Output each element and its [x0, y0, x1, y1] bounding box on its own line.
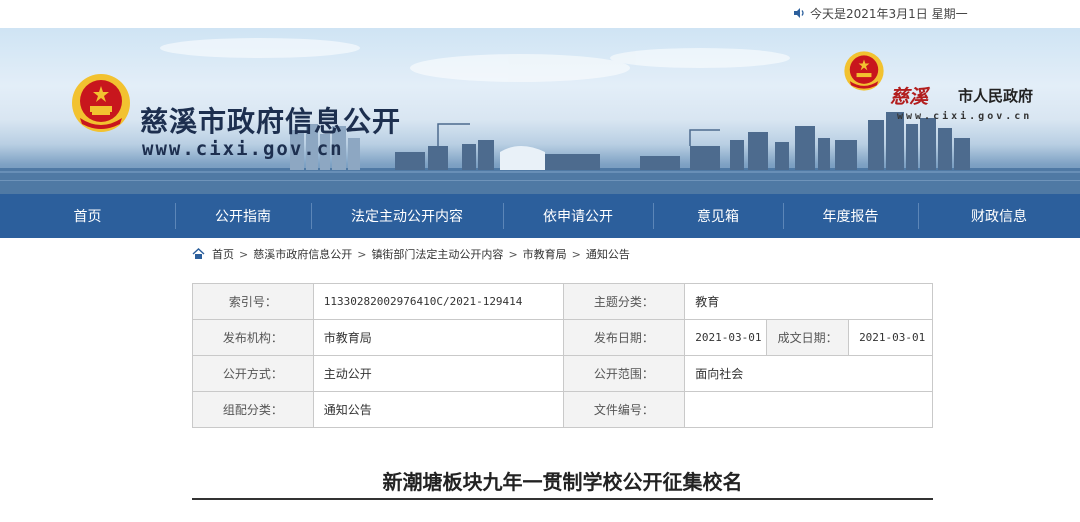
table-row: 发布机构： 市教育局 发布日期： 2021-03-01 成文日期： 2021-0… [192, 319, 933, 356]
created-value: 2021-03-01 [848, 319, 933, 356]
scope-value: 面向社会 [684, 355, 933, 392]
org-value: 市教育局 [312, 319, 564, 356]
date-text: 今天是2021年3月1日 星期一 [810, 6, 968, 21]
breadcrumb-home[interactable]: 首页 [212, 246, 234, 262]
pubdate-value: 2021-03-01 [684, 319, 768, 356]
breadcrumb-info-disclosure[interactable]: 慈溪市政府信息公开 [253, 246, 352, 262]
method-value: 主动公开 [312, 355, 564, 392]
government-url: www.cixi.gov.cn [897, 111, 1033, 122]
nav-item-guide[interactable]: 公开指南 [175, 194, 311, 238]
nav-item-statutory-content[interactable]: 法定主动公开内容 [311, 194, 503, 238]
topic-label: 主题分类： [562, 283, 686, 320]
method-label: 公开方式： [192, 355, 314, 392]
org-label: 发布机构： [192, 319, 314, 356]
created-label: 成文日期： [766, 319, 850, 356]
scope-label: 公开范围： [562, 355, 686, 392]
breadcrumb: 首页 > 慈溪市政府信息公开 > 镇街部门法定主动公开内容 > 市教育局 > 通… [192, 245, 630, 263]
site-url: www.cixi.gov.cn [142, 138, 344, 160]
breadcrumb-department-content[interactable]: 镇街部门法定主动公开内容 [371, 246, 503, 262]
index-label: 索引号： [192, 283, 314, 320]
speaker-icon [794, 8, 804, 18]
breadcrumb-education-bureau[interactable]: 市教育局 [523, 246, 567, 262]
document-info-table: 索引号： 11330282002976410C/2021-129414 主题分类… [192, 283, 933, 428]
topic-value: 教育 [684, 283, 933, 320]
breadcrumb-separator: > [571, 247, 581, 261]
index-value: 11330282002976410C/2021-129414 [312, 283, 564, 320]
article-title: 新潮塘板块九年一贯制学校公开征集校名 [382, 470, 743, 494]
nav-item-apply-disclosure[interactable]: 依申请公开 [503, 194, 653, 238]
main-nav: 首页 公开指南 法定主动公开内容 依申请公开 意见箱 年度报告 财政信息 [0, 194, 1080, 238]
table-row: 公开方式： 主动公开 公开范围： 面向社会 [192, 355, 933, 392]
table-row: 索引号： 11330282002976410C/2021-129414 主题分类… [192, 283, 933, 320]
table-row: 组配分类： 通知公告 文件编号： [192, 391, 933, 428]
nav-item-finance-info[interactable]: 财政信息 [918, 194, 1080, 238]
city-logo-text: 慈溪 [890, 86, 929, 108]
docno-label: 文件编号： [562, 391, 686, 428]
top-bar: 今天是2021年3月1日 星期一 [0, 0, 1080, 28]
nav-item-suggestion-box[interactable]: 意见箱 [653, 194, 783, 238]
breadcrumb-separator: > [239, 247, 249, 261]
breadcrumb-separator: > [357, 247, 367, 261]
date-display: 今天是2021年3月1日 星期一 [792, 4, 968, 22]
home-icon [192, 248, 205, 259]
site-banner: 慈溪市政府信息公开 www.cixi.gov.cn 慈溪 市人民政府 www.c… [0, 28, 1080, 194]
breadcrumb-notices[interactable]: 通知公告 [586, 246, 630, 262]
title-divider [192, 498, 933, 500]
national-emblem-icon [72, 74, 130, 132]
category-value: 通知公告 [312, 391, 564, 428]
city-government-text: 市人民政府 [958, 87, 1034, 105]
breadcrumb-separator: > [508, 247, 518, 261]
pubdate-label: 发布日期： [562, 319, 686, 356]
site-title: 慈溪市政府信息公开 [140, 105, 402, 138]
nav-item-annual-report[interactable]: 年度报告 [783, 194, 918, 238]
government-emblem-icon [844, 51, 884, 91]
category-label: 组配分类： [192, 391, 314, 428]
nav-item-home[interactable]: 首页 [0, 194, 175, 238]
docno-value [684, 391, 933, 428]
